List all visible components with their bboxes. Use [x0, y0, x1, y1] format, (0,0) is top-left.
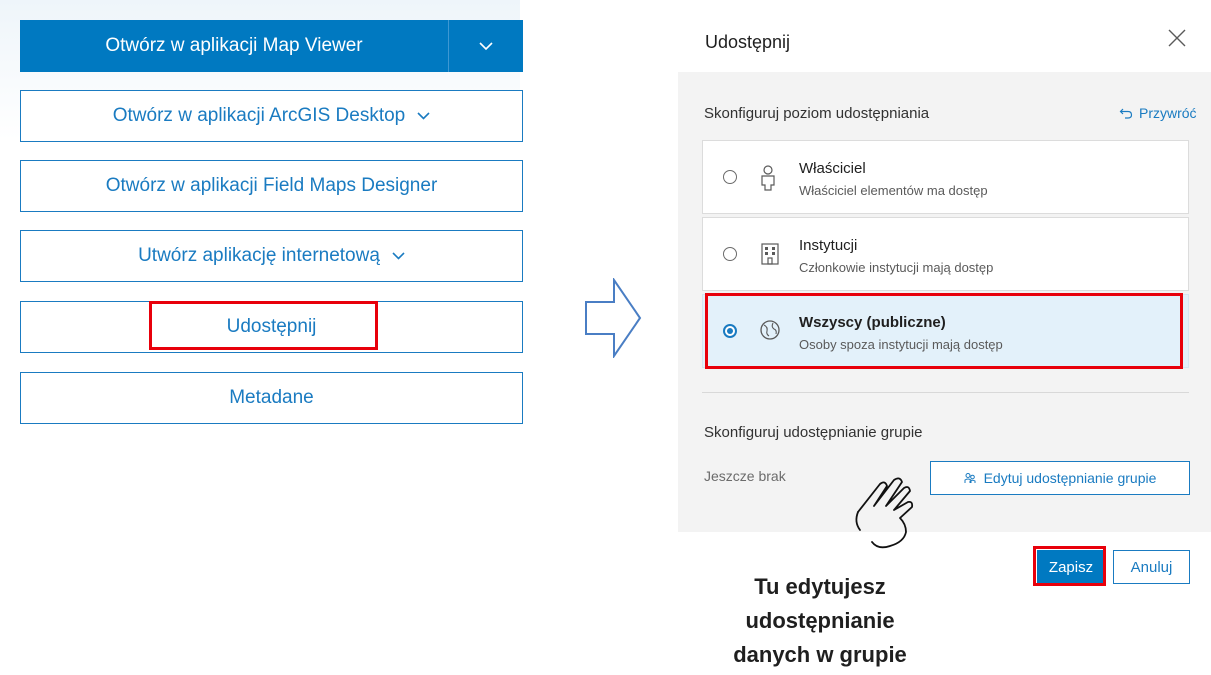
- option-organization[interactable]: Instytucji Członkowie instytucji mają do…: [702, 217, 1189, 291]
- group-none-text: Jeszcze brak: [704, 468, 786, 484]
- share-highlight-box: [149, 301, 378, 350]
- option-owner-description: Właściciel elementów ma dostęp: [799, 183, 988, 198]
- metadata-label: Metadane: [229, 387, 314, 408]
- edit-group-sharing-button[interactable]: Edytuj udostępnianie grupie: [930, 461, 1190, 495]
- open-arcgis-desktop-button[interactable]: Otwórz w aplikacji ArcGIS Desktop: [20, 90, 523, 142]
- group-icon: [964, 473, 976, 483]
- restore-link[interactable]: Przywróć: [1119, 105, 1197, 121]
- open-map-viewer-label[interactable]: Otwórz w aplikacji Map Viewer: [20, 20, 448, 72]
- right-arrow-icon: [585, 278, 642, 358]
- public-option-highlight-box: [705, 293, 1183, 369]
- option-owner-title: Właściciel: [799, 160, 866, 177]
- open-field-maps-label: Otwórz w aplikacji Field Maps Designer: [105, 175, 438, 196]
- create-web-app-label: Utwórz aplikację internetową: [138, 245, 380, 266]
- dialog-title: Udostępnij: [705, 32, 791, 52]
- radio-owner[interactable]: [723, 170, 737, 184]
- edit-group-sharing-label: Edytuj udostępnianie grupie: [983, 470, 1157, 486]
- create-web-app-button[interactable]: Utwórz aplikację internetową: [20, 230, 523, 282]
- save-highlight-box: [1033, 546, 1106, 586]
- option-organization-description: Członkowie instytucji mają dostęp: [799, 260, 994, 275]
- chevron-down-icon: [392, 252, 405, 260]
- section-divider: [702, 392, 1189, 393]
- open-field-maps-button[interactable]: Otwórz w aplikacji Field Maps Designer: [20, 160, 523, 212]
- annotation-line-1: Tu edytujesz: [754, 574, 886, 599]
- undo-icon: [1119, 108, 1133, 119]
- radio-organization[interactable]: [723, 247, 737, 261]
- annotation-line-2: udostępnianie: [745, 608, 895, 633]
- pointing-hand-icon: [855, 477, 914, 549]
- open-arcgis-desktop-label: Otwórz w aplikacji ArcGIS Desktop: [112, 105, 406, 126]
- chevron-down-icon: [417, 112, 430, 120]
- cancel-button[interactable]: Anuluj: [1113, 550, 1190, 584]
- building-icon: [761, 243, 779, 265]
- open-map-viewer-button[interactable]: Otwórz w aplikacji Map Viewer: [20, 20, 523, 72]
- group-section-title: Skonfiguruj udostępnianie grupie: [704, 424, 923, 441]
- metadata-button[interactable]: Metadane: [20, 372, 523, 424]
- chevron-down-icon: [479, 41, 493, 50]
- option-owner[interactable]: Właściciel Właściciel elementów ma dostę…: [702, 140, 1189, 214]
- map-viewer-dropdown-button[interactable]: [448, 20, 523, 72]
- restore-label: Przywróć: [1139, 105, 1197, 121]
- close-icon[interactable]: [1167, 28, 1187, 48]
- level-section-title: Skonfiguruj poziom udostępniania: [704, 105, 930, 122]
- annotation-line-3: danych w grupie: [733, 642, 907, 667]
- option-organization-title: Instytucji: [799, 237, 858, 254]
- user-icon: [761, 165, 775, 191]
- share-dialog: Udostępnij Skonfiguruj poziom udostępnia…: [678, 0, 1211, 610]
- annotation-text: Tu edytujesz udostępnianie danych w grup…: [700, 570, 940, 672]
